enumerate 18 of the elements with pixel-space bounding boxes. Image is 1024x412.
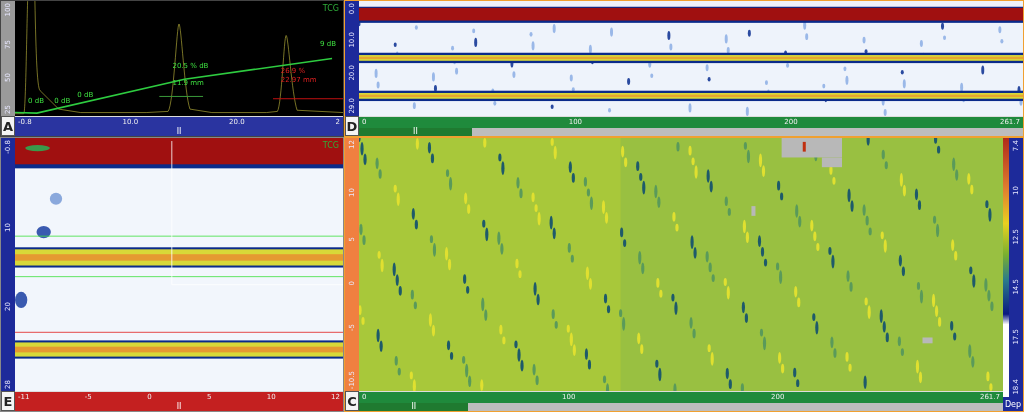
scroll-bar[interactable]: II	[359, 403, 1003, 411]
scroll-thumb[interactable]: II	[359, 128, 472, 136]
indication-spot	[36, 226, 51, 239]
view-letter-badge: A	[1, 116, 15, 136]
view-letter-badge: E	[1, 391, 15, 411]
scroll-bar[interactable]: II	[359, 128, 1023, 136]
indication-spot	[49, 192, 63, 205]
tcg-label: TCG	[322, 4, 339, 13]
view-letter-badge: D	[345, 116, 359, 136]
grip-label: II	[176, 403, 182, 411]
gate-line	[158, 95, 204, 97]
indication-spot	[15, 291, 28, 308]
tcg-label: TCG	[322, 141, 339, 150]
view-letter-badge: C	[345, 391, 359, 411]
scale-unit-label: Dep	[1003, 397, 1023, 411]
scroll-thumb[interactable]: II	[359, 403, 469, 411]
grip-label: II	[176, 128, 182, 136]
gate-line	[272, 98, 343, 100]
